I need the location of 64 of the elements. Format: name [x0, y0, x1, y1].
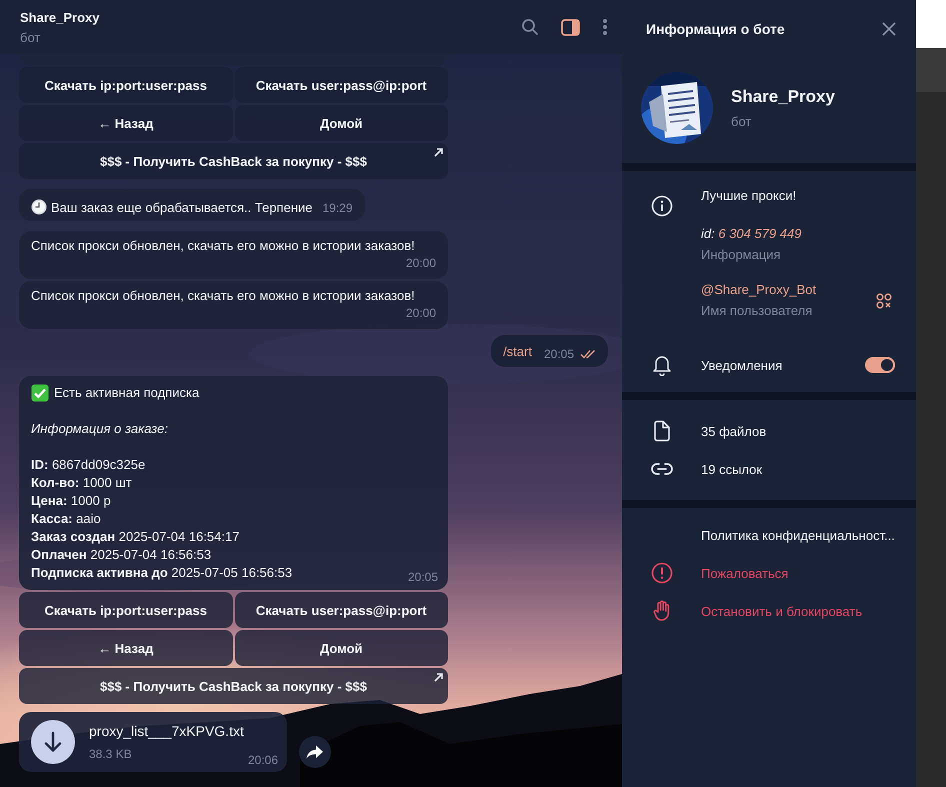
download-button[interactable]	[31, 720, 75, 764]
media-link[interactable]: 19 ссылок	[701, 458, 762, 480]
inline-keyboard-button[interactable]: ← Назад	[19, 630, 232, 666]
message-text: Ваш заказ еще обрабатывается.. Терпение	[51, 200, 312, 214]
message-text: Есть активная подписка	[54, 384, 200, 402]
menu-button[interactable]	[602, 18, 608, 36]
panel-title: Информация о боте	[646, 21, 785, 37]
message-time: 19:29	[322, 201, 353, 215]
field-caption: Имя пользователя	[701, 303, 812, 318]
action-link[interactable]: Политика конфиденциальност...	[701, 524, 895, 546]
message-text: ID: 6867dd09c325e	[31, 456, 146, 474]
message-text: Подписка активна до 2025-07-05 16:56:53	[31, 564, 292, 582]
message-text: Информация о заказе:	[31, 420, 168, 438]
close-button[interactable]	[882, 22, 896, 36]
message-time: 20:00	[406, 306, 436, 320]
message-text: Список прокси обновлен, скачать его можно в истории заказов!	[31, 238, 416, 253]
inline-keyboard-button[interactable]: $$$ - Получить CashBack за покупку - $$$	[19, 668, 448, 704]
action-link[interactable]: Пожаловаться	[701, 562, 788, 584]
forward-button[interactable]	[299, 736, 331, 768]
inline-keyboard-button[interactable]: Скачать user:pass@ip:port	[234, 67, 448, 103]
bio-text: Лучшие прокси!	[701, 187, 798, 205]
clock-icon	[31, 199, 47, 215]
profile-name: Share_Proxy	[731, 87, 835, 107]
chat-subtitle: бот	[20, 30, 40, 44]
file-size: 38.3 KB	[89, 747, 133, 761]
message-text: Цена: 1000 р	[31, 492, 111, 510]
message-text: Заказ создан 2025-07-04 16:54:17	[31, 528, 240, 546]
message-text: Список прокси обновлен, скачать его можно в истории заказов!	[31, 288, 416, 303]
command-text: /start	[503, 344, 532, 358]
notifications-label: Уведомления	[701, 358, 782, 372]
inline-keyboard-button[interactable]: ← Назад	[19, 105, 232, 141]
media-link[interactable]: 35 файлов	[701, 420, 766, 442]
qr-code-button[interactable]	[876, 292, 892, 308]
inline-keyboard-button[interactable]: Домой	[234, 630, 448, 666]
field-caption: Информация	[701, 247, 781, 262]
message-text: Касса: aaio	[31, 510, 101, 528]
link-icon	[650, 462, 674, 476]
inline-keyboard-button[interactable]: Скачать ip:port:user:pass	[19, 592, 232, 628]
message-time: 20:05	[544, 347, 574, 361]
message-time: 20:06	[248, 753, 278, 767]
inline-keyboard-button[interactable]: Скачать ip:port:user:pass	[19, 67, 232, 103]
message-time: 20:00	[406, 256, 436, 270]
file-icon	[652, 420, 672, 442]
file-name: proxy_list___7xKPVG.txt	[89, 723, 244, 739]
message-text: Оплачен 2025-07-04 16:56:53	[31, 546, 212, 564]
profile-subtitle: бот	[731, 114, 752, 129]
sidebar-toggle-button[interactable]	[561, 18, 580, 36]
inline-keyboard-button[interactable]: $$$ - Получить CashBack за покупку - $$$	[19, 143, 448, 179]
id-label: id:	[701, 226, 715, 241]
bell-icon	[652, 354, 672, 376]
warning-icon	[650, 562, 672, 584]
username-link[interactable]: @Share_Proxy_Bot	[701, 282, 816, 297]
message-text: Кол-во: 1000 шт	[31, 474, 132, 492]
notifications-toggle[interactable]	[865, 357, 895, 373]
search-button[interactable]	[521, 18, 539, 36]
action-link[interactable]: Остановить и блокировать	[701, 600, 862, 622]
inline-keyboard-button[interactable]: Домой	[234, 105, 448, 141]
message-time: 20:05	[408, 570, 438, 584]
hand-icon	[652, 600, 670, 622]
chat-title: Share_Proxy	[20, 10, 100, 24]
check-mark-icon	[31, 384, 49, 402]
inline-keyboard-button[interactable]: Скачать user:pass@ip:port	[234, 592, 448, 628]
info-icon	[650, 195, 672, 217]
id-link[interactable]: 6 304 579 449	[718, 226, 802, 241]
